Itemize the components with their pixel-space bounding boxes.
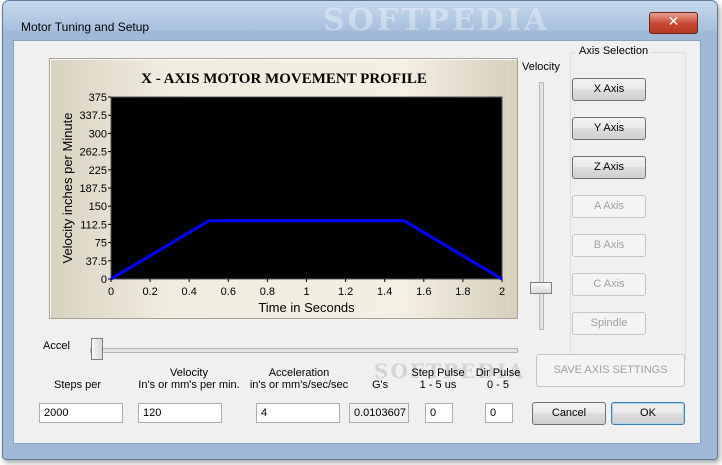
y-axis-label: Velocity inches per Minute [60, 112, 75, 263]
x-tick-label: 1.4 [377, 286, 392, 298]
x-tick-label: 0.2 [142, 286, 157, 298]
movement-profile-chart: X - AXIS MOTOR MOVEMENT PROFILE 0 37.5 75 11… [49, 58, 518, 319]
y-tick-label: 187.5 [79, 183, 107, 195]
accel-slider-thumb[interactable] [91, 338, 103, 360]
acceleration-input[interactable]: 4 [256, 403, 340, 423]
x-tick-label: 1.6 [416, 286, 431, 298]
gs-label: G's [372, 379, 389, 391]
axis-button-spindle[interactable]: Spindle [572, 312, 646, 335]
axis-button-b-axis[interactable]: B Axis [572, 234, 646, 257]
y-tick-label: 337.5 [79, 110, 107, 122]
dir-pulse-range-label: 0 - 5 [486, 379, 509, 391]
cancel-button[interactable]: Cancel [532, 402, 606, 425]
step-pulse-range-label: 1 - 5 us [419, 379, 457, 391]
close-button[interactable]: ✕ [649, 12, 698, 34]
axis-button-a-axis[interactable]: A Axis [572, 195, 646, 218]
chart-title: X - AXIS MOTOR MOVEMENT PROFILE [141, 71, 427, 87]
acceleration-label: Acceleration [268, 367, 330, 379]
x-axis-label: Time in Seconds [258, 300, 355, 315]
accel-slider-label: Accel [43, 340, 70, 352]
gs-value: 0.0103607 [349, 403, 409, 423]
x-tick-label: 0 [108, 286, 114, 298]
x-tick-label: 0.4 [182, 286, 197, 298]
velocity-slider-label: Velocity [522, 61, 560, 73]
step-pulse-label: Step Pulse [411, 367, 465, 379]
axis-button-c-axis[interactable]: C Axis [572, 273, 646, 296]
steps-per-input[interactable]: 2000 [39, 403, 123, 423]
window-title: Motor Tuning and Setup [21, 20, 150, 34]
x-tick-label: 1.2 [338, 286, 353, 298]
chart-svg: X - AXIS MOTOR MOVEMENT PROFILE037.57511… [60, 71, 505, 315]
y-tick-label: 112.5 [80, 219, 107, 231]
dir-pulse-label: Dir Pulse [475, 367, 521, 379]
velocity-units-label: In's or mm's per min. [138, 379, 240, 391]
accel-slider-track[interactable] [90, 348, 518, 353]
x-tick-label: 1.8 [455, 286, 470, 298]
y-tick-label: 300 [89, 128, 107, 140]
acceleration-units-label: in's or mm's/sec/sec [249, 379, 349, 391]
step-pulse-input[interactable]: 0 [425, 403, 453, 423]
axis-button-z-axis[interactable]: Z Axis [572, 156, 646, 179]
motor-tuning-window: SOFTPEDIA Motor Tuning and Setup ✕ SOFTP… [2, 0, 718, 460]
watermark: SOFTPEDIA [323, 3, 551, 38]
y-tick-label: 375 [89, 92, 107, 104]
velocity-slider-thumb[interactable] [530, 282, 552, 294]
velocity-input[interactable]: 120 [138, 403, 222, 423]
y-tick-label: 262.5 [79, 147, 107, 159]
save-axis-settings-button[interactable]: SAVE AXIS SETTINGS [536, 354, 685, 387]
x-tick-label: 1 [303, 286, 309, 298]
y-tick-label: 150 [89, 201, 107, 213]
y-tick-label: 225 [89, 165, 107, 177]
axis-button-y-axis[interactable]: Y Axis [572, 117, 646, 140]
ok-button[interactable]: OK [611, 402, 685, 425]
axis-button-x-axis[interactable]: X Axis [572, 78, 646, 101]
y-tick-label: 37.5 [86, 256, 107, 268]
x-tick-label: 0.8 [260, 286, 275, 298]
x-tick-label: 2 [499, 286, 505, 298]
dir-pulse-input[interactable]: 0 [485, 403, 513, 423]
axis-selection-label: Axis Selection [576, 45, 652, 57]
velocity-label: Velocity [170, 367, 208, 379]
y-tick-label: 75 [95, 238, 107, 250]
plot-area [110, 96, 503, 280]
dialog-client-area: SOFTPEDIA X - AXIS MOTOR MOVEMENT PROFIL… [13, 40, 701, 444]
x-tick-label: 0.6 [221, 286, 236, 298]
title-bar[interactable]: SOFTPEDIA Motor Tuning and Setup ✕ [3, 1, 717, 38]
steps-per-label: Steps per [54, 379, 102, 391]
y-tick-label: 0 [101, 274, 107, 286]
